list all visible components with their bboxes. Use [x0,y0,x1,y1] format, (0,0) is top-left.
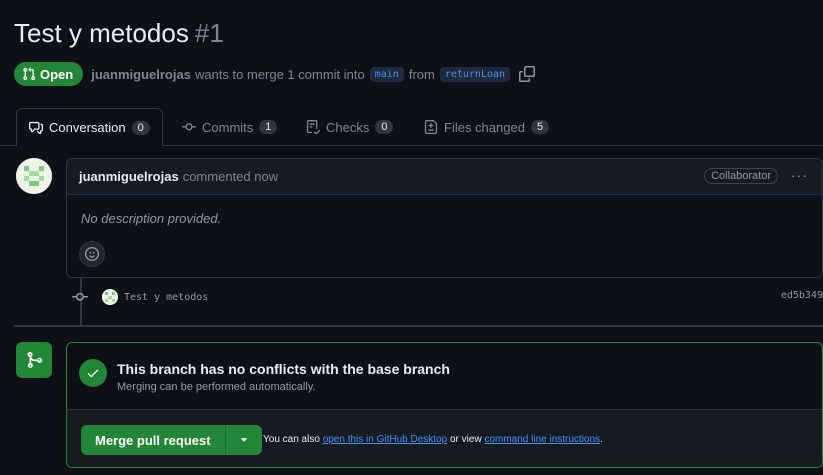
tab-conversation-label: Conversation [49,120,126,135]
pr-merge-text: wants to merge 1 commit into [194,66,365,82]
tab-commits[interactable]: Commits 1 [170,108,289,146]
pr-title-row: Test y metodos #1 [14,18,224,49]
tab-commits-count: 1 [259,120,278,134]
tab-commits-label: Commits [202,119,254,135]
git-merge-icon [27,352,43,368]
merge-actions: Merge pull request You can also open thi… [67,409,822,467]
add-reaction-button[interactable] [79,241,105,267]
merge-status-title: This branch has no conflicts with the ba… [117,361,450,377]
git-commit-icon [72,292,88,301]
pr-state-badge: Open [14,62,84,86]
tab-checks-label: Checks [326,119,370,135]
triangle-down-icon [240,438,247,442]
role-badge: Collaborator [704,168,778,184]
comment-author-link[interactable]: juanmiguelrojas [79,169,179,184]
merge-status: This branch has no conflicts with the ba… [67,343,822,409]
pr-tabs: Conversation 0 Commits 1 Checks 0 Files … [0,108,823,147]
merge-badge [16,342,52,378]
smiley-icon [85,247,99,261]
commit-row: Test y metodos ed5b349 [72,288,823,306]
checklist-icon [306,120,320,134]
tab-conversation-count: 0 [131,120,150,135]
base-branch[interactable]: main [369,66,404,82]
tab-files-changed-count: 5 [530,120,550,134]
tab-files-changed-label: Files changed [444,119,525,135]
pr-author-link[interactable]: juanmiguelrojas [91,67,191,82]
tab-checks-count: 0 [375,120,394,134]
commit-avatar[interactable] [102,289,118,305]
git-pull-request-icon [23,67,36,81]
copy-icon[interactable] [519,66,536,82]
pr-state-label: Open [40,66,74,82]
merge-pull-request-button[interactable]: Merge pull request [81,425,226,455]
pr-meta: Open juanmiguelrojas wants to merge 1 co… [14,62,536,86]
commit-message-link[interactable]: Test y metodos [124,292,208,303]
merge-note-middle: or view [449,434,482,445]
check-icon [79,359,107,387]
file-diff-icon [424,120,438,134]
comment-discussion-icon [29,121,43,134]
head-branch[interactable]: returnLoan [439,66,511,82]
timeline-divider [14,325,823,327]
comment-header: juanmiguelrojas commented now Collaborat… [67,159,822,195]
merge-box: This branch has no conflicts with the ba… [66,342,823,468]
merge-button-group: Merge pull request [81,425,262,455]
avatar[interactable] [16,158,52,194]
tab-files-changed[interactable]: Files changed 5 [412,108,561,146]
tab-conversation[interactable]: Conversation 0 [16,108,163,147]
git-commit-icon [182,123,196,131]
kebab-menu-icon[interactable]: ··· [791,167,808,183]
pr-title: Test y metodos [14,18,189,48]
identicon-icon [102,289,118,305]
pr-number: #1 [194,18,224,48]
merge-status-subtitle: Merging can be performed automatically. [117,381,316,393]
comment-body: No description provided. [81,211,222,226]
identicon-icon [16,158,52,194]
merge-note-prefix: You can also [263,434,320,445]
tab-checks[interactable]: Checks 0 [294,108,405,146]
merge-options-dropdown[interactable] [225,425,262,455]
commit-sha-link[interactable]: ed5b349 [781,290,823,301]
comment-box: juanmiguelrojas commented now Collaborat… [66,158,823,278]
pr-from-text: from [408,66,435,82]
command-line-link[interactable]: command line instructions [484,434,600,445]
comment-action[interactable]: commented now [183,169,278,184]
merge-note: You can also open this in GitHub Desktop… [263,434,603,445]
merge-note-suffix: . [600,434,603,445]
github-desktop-link[interactable]: open this in GitHub Desktop [323,434,448,445]
